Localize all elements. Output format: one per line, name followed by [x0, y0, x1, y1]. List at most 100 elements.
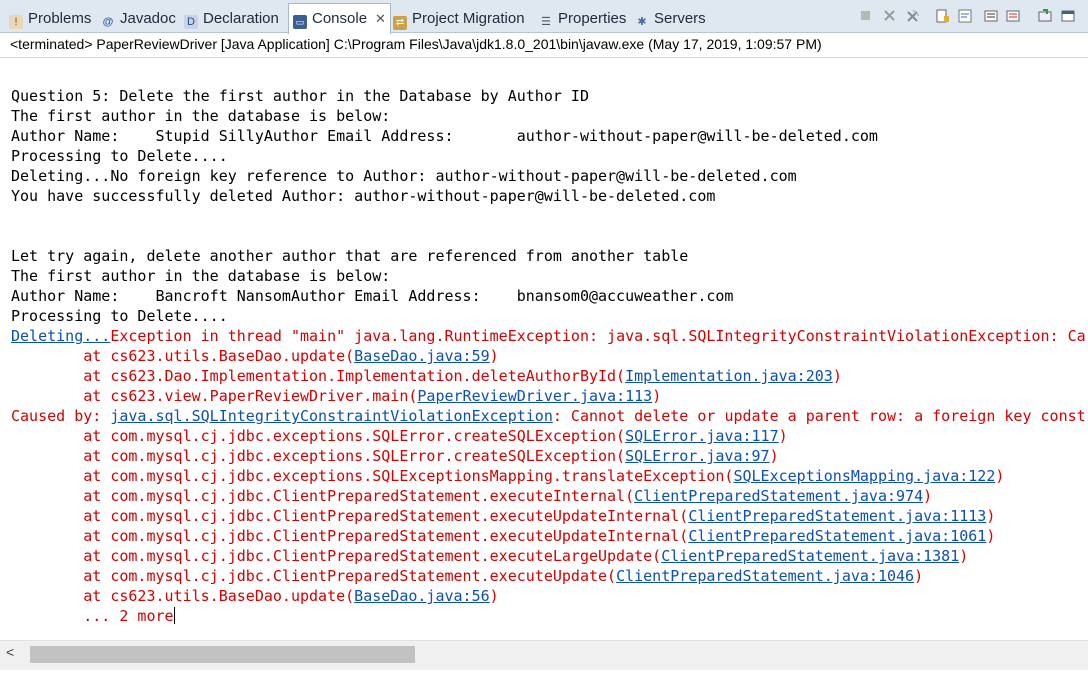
stack-trace-link[interactable]: ClientPreparedStatement.java:974	[634, 487, 923, 505]
tab-label: Declaration	[203, 10, 279, 27]
stderr-text: )	[489, 587, 499, 605]
divider	[0, 57, 1088, 58]
console-line: at cs623.view.PaperReviewDriver.main(Pap…	[11, 386, 1088, 406]
console-line: at com.mysql.cj.jdbc.ClientPreparedState…	[11, 506, 1088, 526]
stderr-text: ... 2 more	[11, 607, 174, 625]
stderr-text: at cs623.utils.BaseDao.update(	[11, 347, 355, 365]
stack-trace-link[interactable]: BaseDao.java:56	[354, 587, 489, 605]
console-output[interactable]: Question 5: Delete the first author in t…	[11, 86, 1088, 636]
console-line: at com.mysql.cj.jdbc.ClientPreparedState…	[11, 526, 1088, 546]
console-line: Processing to Delete....	[11, 306, 1088, 326]
show-on-stdout-icon[interactable]	[983, 9, 998, 24]
stack-trace-link[interactable]: ClientPreparedStatement.java:1061	[688, 527, 986, 545]
stdout-text: The first author in the database is belo…	[11, 107, 391, 125]
console-line: at cs623.Dao.Implementation.Implementati…	[11, 366, 1088, 386]
stderr-text: )	[923, 487, 933, 505]
close-icon[interactable]: ✕	[375, 11, 386, 26]
stdout-text: Processing to Delete....	[11, 307, 228, 325]
tab-properties[interactable]: ☰ Properties	[539, 5, 626, 33]
stdout-text: Question 5: Delete the first author in t…	[11, 87, 589, 105]
properties-icon: ☰	[541, 16, 551, 28]
stack-trace-link[interactable]: SQLExceptionsMapping.java:122	[733, 467, 995, 485]
scroll-lock-icon[interactable]	[935, 9, 950, 24]
console-line: ... 2 more	[11, 606, 1088, 626]
tab-label: Problems	[28, 10, 92, 27]
stderr-text: at com.mysql.cj.jdbc.exceptions.SQLError…	[11, 447, 626, 465]
stderr-text: at com.mysql.cj.jdbc.ClientPreparedState…	[11, 507, 689, 525]
console-line: The first author in the database is belo…	[11, 266, 1088, 286]
console-line: at com.mysql.cj.jdbc.ClientPreparedState…	[11, 566, 1088, 586]
console-line: Let try again, delete another author tha…	[11, 246, 1088, 266]
javadoc-icon: @	[102, 16, 114, 28]
console-line: Author Name: Stupid SillyAuthor Email Ad…	[11, 126, 1088, 146]
stack-trace-link[interactable]: SQLError.java:97	[625, 447, 770, 465]
horizontal-scrollbar[interactable]: <	[0, 640, 1088, 671]
stack-trace-link[interactable]: ClientPreparedStatement.java:1113	[688, 507, 986, 525]
stderr-text: Exception in thread "main" java.lang.Run…	[110, 327, 1088, 345]
stack-trace-link[interactable]: PaperReviewDriver.java:113	[417, 387, 652, 405]
stderr-text: at com.mysql.cj.jdbc.ClientPreparedState…	[11, 527, 689, 545]
stdout-text: You have successfully deleted Author: au…	[11, 187, 716, 205]
stderr-text: )	[832, 367, 842, 385]
console-line: at com.mysql.cj.jdbc.exceptions.SQLError…	[11, 446, 1088, 466]
problems-icon: !	[9, 15, 23, 29]
pin-console-icon[interactable]	[1037, 9, 1052, 24]
tab-servers[interactable]: ✱ Servers	[635, 5, 705, 33]
stack-trace-link[interactable]: ClientPreparedStatement.java:1046	[616, 567, 914, 585]
stderr-text: )	[986, 527, 996, 545]
console-line: You have successfully deleted Author: au…	[11, 186, 1088, 206]
stack-trace-link[interactable]: SQLError.java:117	[625, 427, 779, 445]
scroll-left-icon[interactable]: <	[6, 644, 14, 660]
stack-trace-link[interactable]: Deleting...	[11, 327, 110, 345]
stdout-text: Deleting...No foreign key reference to A…	[11, 167, 797, 185]
stderr-text: at com.mysql.cj.jdbc.exceptions.SQLExcep…	[11, 467, 734, 485]
console-line: Processing to Delete....	[11, 146, 1088, 166]
stderr-text: )	[995, 467, 1005, 485]
stack-trace-link[interactable]: ClientPreparedStatement.java:1381	[661, 547, 959, 565]
stderr-text: at com.mysql.cj.jdbc.ClientPreparedState…	[11, 487, 635, 505]
stderr-text: )	[769, 447, 779, 465]
stdout-text: Author Name: Bancroft NansomAuthor Email…	[11, 287, 734, 305]
stderr-text: )	[778, 427, 788, 445]
tab-javadoc[interactable]: @ Javadoc	[101, 5, 176, 33]
console-line: at cs623.utils.BaseDao.update(BaseDao.ja…	[11, 346, 1088, 366]
tab-declaration[interactable]: D Declaration	[184, 5, 279, 33]
remove-all-terminated-icon[interactable]	[905, 9, 920, 24]
stderr-text: at com.mysql.cj.jdbc.ClientPreparedState…	[11, 547, 662, 565]
stderr-text: )	[489, 347, 499, 365]
remove-launch-icon[interactable]	[882, 9, 897, 24]
stack-trace-link[interactable]: BaseDao.java:59	[354, 347, 489, 365]
word-wrap-icon[interactable]	[957, 9, 972, 24]
project-migration-icon: ⇄	[393, 16, 407, 30]
console-line: Author Name: Bancroft NansomAuthor Email…	[11, 286, 1088, 306]
stderr-text: at cs623.utils.BaseDao.update(	[11, 587, 355, 605]
show-on-stderr-icon[interactable]	[1005, 9, 1020, 24]
stderr-text: )	[959, 547, 969, 565]
tab-project-migration[interactable]: ⇄ Project Migration	[393, 5, 525, 33]
console-line: at cs623.utils.BaseDao.update(BaseDao.ja…	[11, 586, 1088, 606]
terminate-icon[interactable]	[858, 9, 873, 24]
display-console-icon[interactable]	[1060, 9, 1075, 24]
stack-trace-link[interactable]: Implementation.java:203	[625, 367, 833, 385]
console-icon: ▭	[293, 15, 307, 29]
view-tab-bar: ! Problems @ Javadoc D Declaration ▭ Console…	[0, 0, 1088, 34]
tab-label: Console	[312, 10, 368, 27]
console-line: at com.mysql.cj.jdbc.ClientPreparedState…	[11, 486, 1088, 506]
stderr-text: at com.mysql.cj.jdbc.ClientPreparedState…	[11, 567, 617, 585]
tab-label: Properties	[558, 10, 627, 27]
scrollbar-thumb[interactable]	[30, 646, 415, 663]
stdout-text: Let try again, delete another author tha…	[11, 247, 689, 265]
console-line: Question 5: Delete the first author in t…	[11, 86, 1088, 106]
console-line: at com.mysql.cj.jdbc.ClientPreparedState…	[11, 546, 1088, 566]
stdout-text: Processing to Delete....	[11, 147, 228, 165]
stderr-text: at cs623.Dao.Implementation.Implementati…	[11, 367, 626, 385]
tab-console[interactable]: ▭ Console ✕	[288, 3, 391, 34]
stdout-text: Author Name: Stupid SillyAuthor Email Ad…	[11, 127, 878, 145]
stdout-text: The first author in the database is belo…	[11, 267, 391, 285]
servers-icon: ✱	[637, 16, 647, 28]
tab-problems[interactable]: ! Problems	[9, 5, 91, 33]
stderr-text: at cs623.view.PaperReviewDriver.main(	[11, 387, 418, 405]
stack-trace-link[interactable]: java.sql.SQLIntegrityConstraintViolation…	[110, 407, 553, 425]
